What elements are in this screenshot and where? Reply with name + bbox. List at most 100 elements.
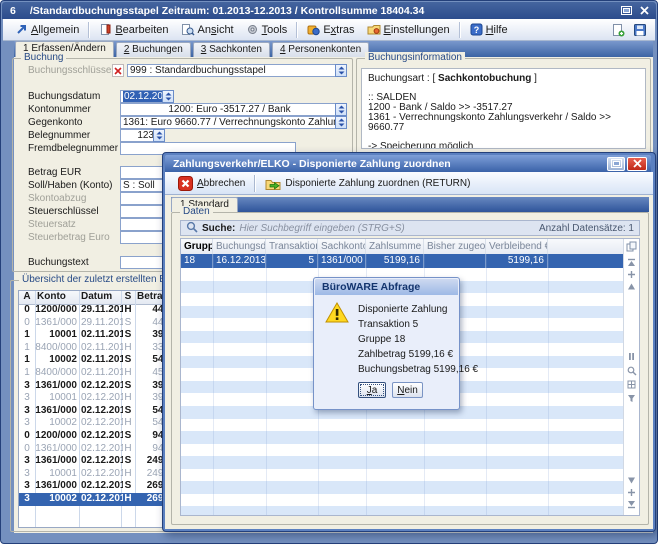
search-input[interactable]: Hier Suchbegriff eingeben (STRG+S) (239, 223, 404, 234)
zuordnen-button[interactable]: Disponierte Zahlung zuordnen (RETURN) (260, 174, 475, 192)
spinner-icon[interactable] (335, 64, 347, 77)
grid-icon[interactable] (626, 379, 637, 390)
cell: 29.11.2013 (81, 304, 123, 316)
cell-transaktion: 5 (266, 254, 318, 268)
menu-item-label: Ansicht (198, 24, 234, 36)
down-icon[interactable] (626, 475, 637, 486)
menu-item-bearbeiten[interactable]: Bearbeiten (93, 21, 174, 38)
scroll-bottom-icon[interactable] (626, 499, 637, 510)
cell: 02.12.2013 (81, 405, 123, 417)
cell: 3 (19, 480, 35, 492)
fremdbelegnummer-label: Fremdbelegnummer (28, 142, 118, 155)
status-line: -> Speicherung möglich (368, 142, 639, 149)
menu-item-hilfe[interactable]: ?Hilfe (464, 21, 514, 38)
column-header-zahlsumme[interactable]: Zahlsumme € (366, 239, 424, 254)
plus-icon[interactable] (626, 269, 637, 280)
scroll-top-icon[interactable] (626, 257, 637, 268)
salden-line: 1361 - Verrechnungskonto Zahlungsverkehr… (368, 113, 639, 133)
empty-row (181, 481, 623, 494)
cell-buchungsdatum: 16.12.2013 /Mo (213, 254, 266, 268)
nein-button[interactable]: Nein (392, 382, 423, 398)
zuordnen-dialog-buttons (607, 157, 647, 171)
titlebar-buttons (619, 5, 651, 17)
cell: 8400/000 (35, 367, 77, 379)
cell: 1361/000 (35, 317, 77, 329)
menu-item-label: Hilfe (486, 24, 508, 36)
plus-icon[interactable] (626, 487, 637, 498)
restore-icon[interactable] (607, 157, 625, 171)
abbrechen-button[interactable]: Abbrechen (173, 174, 250, 193)
cell: 10002 (35, 417, 77, 429)
cell: 02.12.2013 (81, 468, 123, 480)
empty-row (181, 494, 623, 507)
cell: 02.11.2013 (81, 329, 123, 341)
filter-icon[interactable] (626, 393, 637, 404)
cell: 10002 (35, 354, 77, 366)
cell: 02.11.2013 (81, 342, 123, 354)
up-icon[interactable] (626, 281, 637, 292)
column-header-konto: Konto (37, 291, 77, 303)
menu-item-label: Extras (323, 24, 354, 36)
skontoabzug-label: Skontoabzug (28, 192, 86, 205)
column-separator (486, 254, 487, 515)
search-bar[interactable]: Suche: Hier Suchbegriff eingeben (STRG+S… (180, 220, 640, 236)
menu-item-allgemein[interactable]: Allgemein (9, 21, 85, 38)
kontonummer-field[interactable]: 1200: Euro -3517.27 / Bank (120, 103, 339, 116)
spinner-icon[interactable] (162, 90, 174, 103)
restore-icon[interactable] (619, 5, 633, 17)
column-header-buchungsdatum[interactable]: Buchungsdatum (213, 239, 266, 254)
cell: 02.12.2013 (81, 392, 123, 404)
buchungsinformation-text: Buchungsart : [ Sachkontobuchung ] :: SA… (361, 68, 646, 149)
copy-icon[interactable] (626, 241, 637, 252)
cell: 1361/000 (35, 455, 77, 467)
gegenkonto-label: Gegenkonto (28, 116, 83, 129)
ja-button[interactable]: Ja (358, 382, 386, 398)
new-document-icon[interactable] (611, 23, 625, 37)
spinner-icon[interactable] (153, 129, 165, 142)
column-header-sachkonto[interactable]: Sachkonto (318, 239, 366, 254)
close-icon[interactable] (637, 5, 651, 17)
menu-item-tools[interactable]: Tools (240, 21, 294, 38)
cell: 3 (19, 468, 35, 480)
clear-field-button[interactable] (112, 64, 124, 77)
table-row[interactable]: 1816.12.2013 /Mo51361/0005199,165199,16 (181, 254, 623, 268)
dropdown-spinner-icon[interactable] (335, 103, 347, 116)
gegenkonto-field[interactable]: 1361: Euro 9660.77 / Verrechnungskonto Z… (120, 116, 339, 129)
arrow-up-right-icon (15, 23, 28, 36)
menu-item-ansicht[interactable]: Ansicht (175, 21, 240, 38)
cell: 3 (19, 380, 35, 392)
column-header-gruppe[interactable]: Gruppe (181, 239, 213, 254)
extras-icon (307, 23, 320, 36)
cell: 1 (19, 354, 35, 366)
tab-4-personenkonten[interactable]: 4 Personenkonten (272, 42, 369, 57)
tab-2-buchungen[interactable]: 2 Buchungen (116, 42, 191, 57)
cell: 1361/000 (35, 380, 77, 392)
message-line: Zahlbetrag 5199,16 € (358, 349, 453, 361)
column-header-verbleibend[interactable]: Verbleibend € (486, 239, 548, 254)
column-header-bisher[interactable]: Bisher zugeordnet (424, 239, 486, 254)
cell-verbleibend: 5199,16 (486, 254, 548, 268)
menu-bar: Allgemein Bearbeiten Ansicht Tools Extras Ein… (3, 19, 655, 41)
dropdown-spinner-icon[interactable] (335, 116, 347, 129)
zoom-icon[interactable] (626, 365, 637, 376)
close-icon[interactable] (627, 157, 647, 171)
pause-icon[interactable] (626, 351, 637, 362)
save-icon[interactable] (633, 23, 647, 37)
menu-item-extras[interactable]: Extras (301, 21, 360, 38)
cell: 10002 (35, 493, 77, 505)
belegnummer-field[interactable]: 123 (120, 129, 157, 142)
buchungsdatum-field[interactable]: 02.12.2013 (120, 90, 166, 103)
buchungsschlüssel-field[interactable]: 999 : Standardbuchungsstapel (127, 64, 339, 77)
belegnummer-label: Belegnummer (28, 129, 90, 142)
tab-3-sachkonten[interactable]: 3 Sachkonten (193, 42, 270, 57)
menu-item-label: Einstellungen (384, 24, 450, 36)
buchungstext-label: Buchungstext (28, 256, 89, 269)
column-header-datum: Datum (81, 291, 123, 303)
cell-sachkonto: 1361/000 (318, 254, 366, 268)
menu-separator (459, 22, 461, 38)
menu-item-einstellungen[interactable]: Einstellungen (361, 21, 456, 38)
message-line: Buchungsbetrag 5199,16 € (358, 364, 478, 376)
column-header-transaktion[interactable]: Transaktion (266, 239, 318, 254)
buchungsinformation-groupbox-label: Buchungsinformation (365, 52, 465, 63)
search-icon (186, 221, 198, 236)
